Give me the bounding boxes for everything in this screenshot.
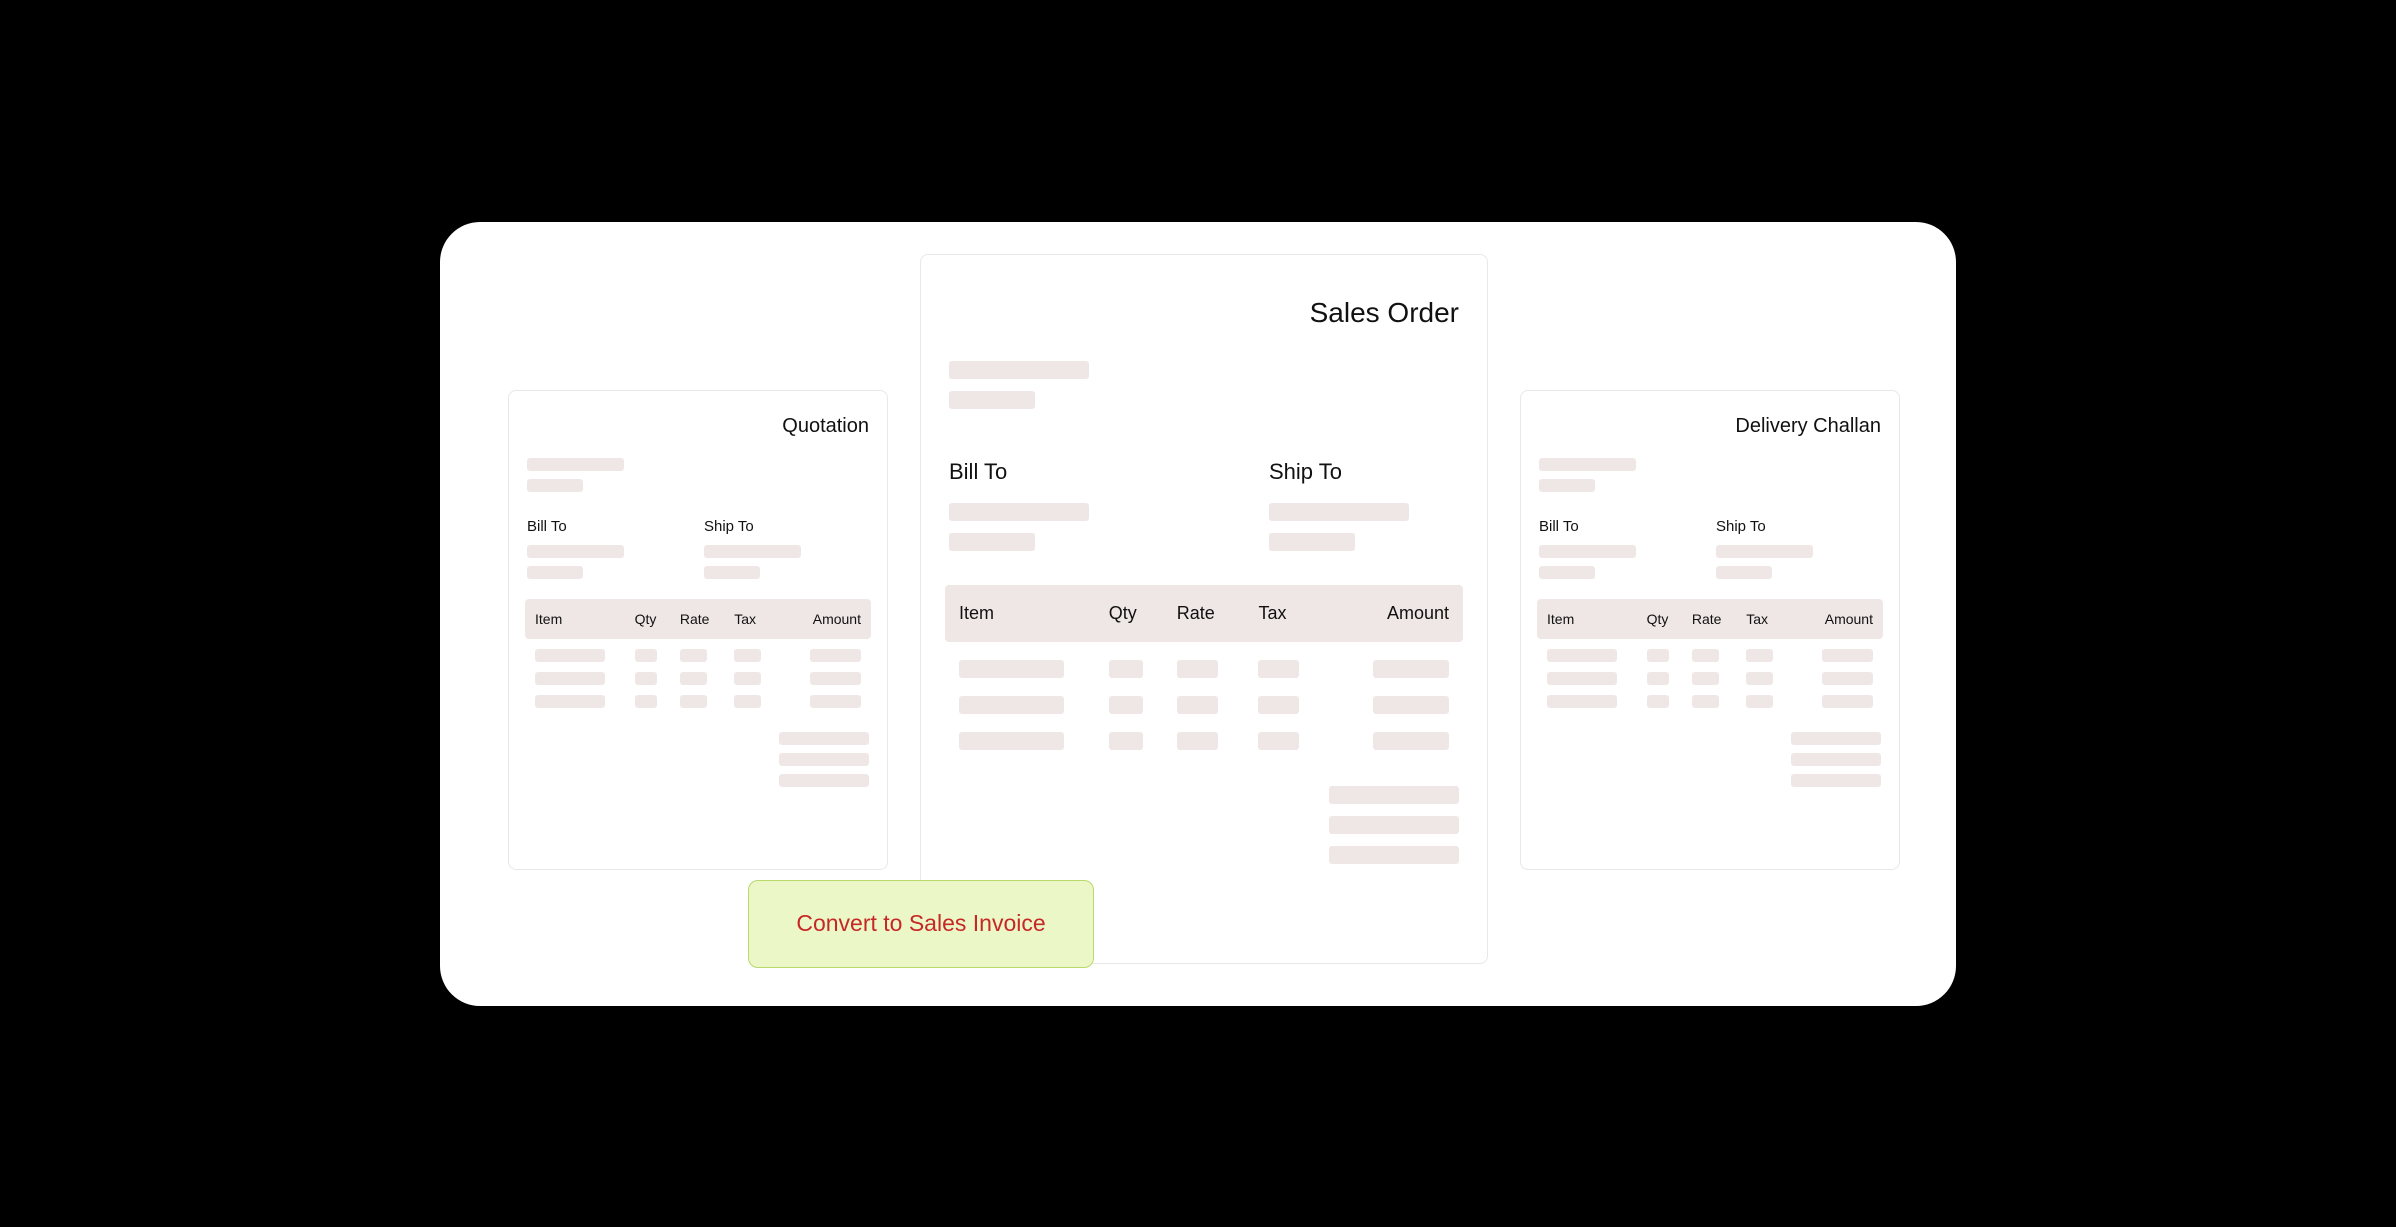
convert-to-sales-invoice-button[interactable]: Convert to Sales Invoice (748, 880, 1094, 968)
col-item: Item (1547, 611, 1647, 627)
quotation-document: Quotation Bill To Ship To Item Qty Rate … (508, 390, 888, 870)
delivery-challan-document: Delivery Challan Bill To Ship To Item Qt… (1520, 390, 1900, 870)
bill-to-label: Bill To (1539, 518, 1636, 535)
delivery-challan-bill-to: Bill To (1539, 518, 1636, 579)
col-tax: Tax (1746, 611, 1800, 627)
sales-order-document: Sales Order Bill To Ship To Item Qty Rat… (920, 254, 1488, 964)
delivery-challan-title: Delivery Challan (1521, 391, 1899, 438)
sales-order-totals (921, 750, 1487, 864)
col-rate: Rate (1177, 603, 1259, 624)
col-item: Item (535, 611, 635, 627)
table-row (1537, 685, 1883, 708)
quotation-title: Quotation (509, 391, 887, 438)
canvas-frame: Quotation Bill To Ship To Item Qty Rate … (440, 222, 1956, 1006)
ship-to-label: Ship To (1269, 459, 1409, 485)
table-row (945, 678, 1463, 714)
sales-order-items-table: Item Qty Rate Tax Amount (945, 585, 1463, 750)
table-header-row: Item Qty Rate Tax Amount (1537, 599, 1883, 639)
table-row (945, 714, 1463, 750)
col-item: Item (959, 603, 1109, 624)
ship-to-label: Ship To (1716, 518, 1813, 535)
table-header-row: Item Qty Rate Tax Amount (525, 599, 871, 639)
quotation-bill-to: Bill To (527, 518, 624, 579)
delivery-challan-ship-to: Ship To (1716, 518, 1813, 579)
col-amount: Amount (1340, 603, 1449, 624)
sales-order-bill-to: Bill To (949, 459, 1089, 551)
sales-order-addresses: Bill To Ship To (921, 429, 1487, 551)
delivery-challan-items-table: Item Qty Rate Tax Amount (1537, 599, 1883, 708)
sales-order-title: Sales Order (921, 255, 1487, 329)
table-row (525, 662, 871, 685)
table-row (525, 639, 871, 662)
col-amount: Amount (789, 611, 861, 627)
table-header-row: Item Qty Rate Tax Amount (945, 585, 1463, 642)
col-qty: Qty (1109, 603, 1177, 624)
sales-order-header-placeholder (921, 329, 1487, 429)
delivery-challan-totals (1521, 708, 1899, 787)
quotation-totals (509, 708, 887, 787)
col-tax: Tax (734, 611, 788, 627)
col-qty: Qty (1647, 611, 1692, 627)
quotation-header-placeholder (509, 438, 887, 500)
delivery-challan-addresses: Bill To Ship To (1521, 500, 1899, 579)
delivery-challan-header-placeholder (1521, 438, 1899, 500)
col-qty: Qty (635, 611, 680, 627)
bill-to-label: Bill To (949, 459, 1089, 485)
sales-order-ship-to: Ship To (1269, 459, 1409, 551)
quotation-items-table: Item Qty Rate Tax Amount (525, 599, 871, 708)
bill-to-label: Bill To (527, 518, 624, 535)
table-row (1537, 662, 1883, 685)
quotation-addresses: Bill To Ship To (509, 500, 887, 579)
col-rate: Rate (1692, 611, 1746, 627)
table-row (1537, 639, 1883, 662)
ship-to-label: Ship To (704, 518, 801, 535)
table-row (945, 642, 1463, 678)
quotation-ship-to: Ship To (704, 518, 801, 579)
table-row (525, 685, 871, 708)
col-rate: Rate (680, 611, 734, 627)
col-amount: Amount (1801, 611, 1873, 627)
col-tax: Tax (1258, 603, 1340, 624)
